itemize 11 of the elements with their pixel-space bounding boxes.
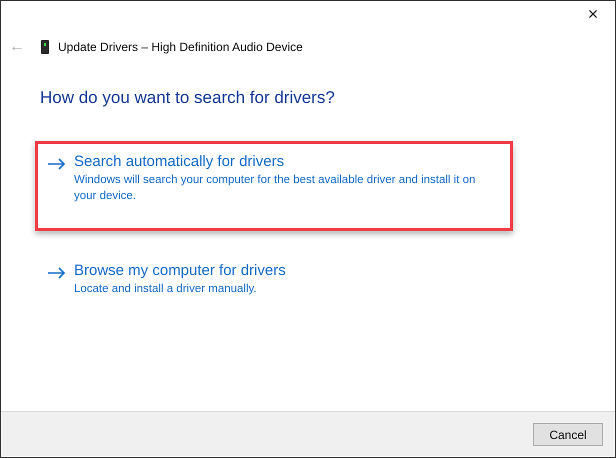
option-link[interactable]: Search automatically for drivers	[74, 152, 284, 172]
cancel-button[interactable]: Cancel	[533, 423, 603, 446]
option-description: Locate and install a driver manually.	[74, 282, 257, 296]
arrow-icon	[48, 266, 66, 278]
arrow-icon	[48, 158, 66, 170]
close-button[interactable]: ×	[571, 1, 615, 27]
page-heading: How do you want to search for drivers?	[40, 87, 336, 109]
option-link[interactable]: Browse my computer for drivers	[74, 260, 286, 280]
speaker-device-icon	[41, 40, 49, 54]
option-description: Windows will search your computer for the best available driver and install it on your device.	[74, 172, 476, 204]
window-title: Update Drivers – High Definition Audio Device	[58, 39, 303, 56]
